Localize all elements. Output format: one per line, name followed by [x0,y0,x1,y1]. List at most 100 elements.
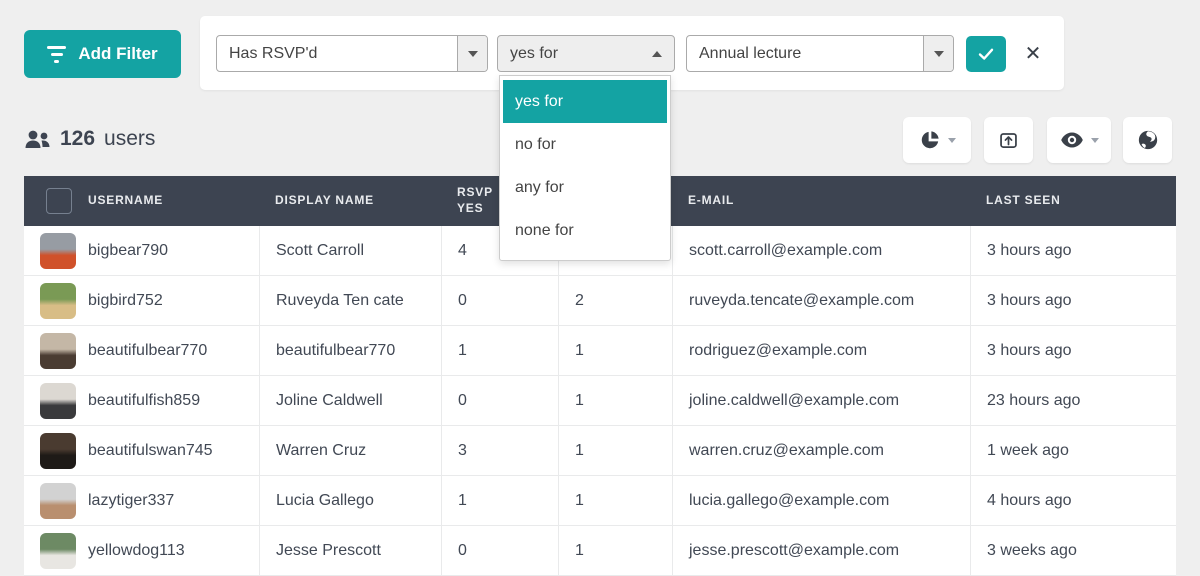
email-cell: ruveyda.tencate@example.com [672,276,970,325]
username-cell: beautifulfish859 [88,392,200,410]
field-select-arrow [457,36,487,71]
rsvp-yes-cell: 3 [441,426,558,475]
rsvp-yes-cell: 0 [441,276,558,325]
chevron-down-icon [468,51,478,57]
visibility-menu-button[interactable] [1047,117,1111,163]
dropdown-option-none-for[interactable]: none for [503,209,667,252]
username-cell: lazytiger337 [88,492,174,510]
table-header-last-seen: LAST SEEN [970,193,1176,209]
last-seen-cell: 1 week ago [970,426,1176,475]
avatar [40,533,76,569]
display-name-cell: Joline Caldwell [259,376,441,425]
username-cell: beautifulswan745 [88,442,213,460]
avatar [40,233,76,269]
column-label: DISPLAY NAME [275,193,374,209]
last-seen-cell: 4 hours ago [970,476,1176,525]
dropdown-option-any-for[interactable]: any for [503,166,667,209]
rsvp-other-cell: 1 [558,376,672,425]
display-name-cell: Scott Carroll [259,226,441,275]
display-name-cell: Ruveyda Ten cate [259,276,441,325]
chevron-down-icon [1091,138,1099,143]
filter-field-value: Has RSVP'd [217,45,457,63]
remove-filter-button[interactable]: ✕ [1012,36,1054,72]
last-seen-cell: 23 hours ago [970,376,1176,425]
display-name-cell: Lucia Gallego [259,476,441,525]
table-row[interactable]: bigbird752 Ruveyda Ten cate 0 2 ruveyda.… [24,276,1176,326]
user-count: 126 [60,127,95,151]
user-count-summary: 126 users [24,124,155,154]
rsvp-other-cell: 2 [558,276,672,325]
rsvp-other-cell: 1 [558,476,672,525]
operator-dropdown-menu: yes forno forany fornone for [499,75,671,261]
add-filter-label: Add Filter [78,44,157,64]
apply-filter-button[interactable] [966,36,1006,72]
filter-operator-value: yes for [498,45,640,63]
rsvp-yes-cell: 1 [441,476,558,525]
email-cell: scott.carroll@example.com [672,226,970,275]
chart-menu-button[interactable] [903,117,971,163]
value-select-arrow [923,36,953,71]
pie-chart-icon [919,129,941,151]
table-header-email: E-MAIL [672,193,970,209]
table-row[interactable]: lazytiger337 Lucia Gallego 1 1 lucia.gal… [24,476,1176,526]
display-name-cell: Warren Cruz [259,426,441,475]
table-header-display-name: DISPLAY NAME [259,193,441,209]
chevron-down-icon [948,138,956,143]
export-icon [998,130,1019,151]
check-icon [976,44,996,64]
chevron-down-icon [934,51,944,57]
table-row[interactable]: beautifulbear770 beautifulbear770 1 1 ro… [24,326,1176,376]
filter-value-select[interactable]: Annual lecture [686,35,954,72]
email-cell: joline.caldwell@example.com [672,376,970,425]
users-icon [24,129,51,149]
username-cell: beautifulbear770 [88,342,207,360]
rsvp-yes-cell: 0 [441,376,558,425]
display-name-cell: beautifulbear770 [259,326,441,375]
filter-field-select[interactable]: Has RSVP'd [216,35,488,72]
select-all-checkbox[interactable] [46,188,72,214]
rsvp-yes-cell: 1 [441,326,558,375]
email-cell: jesse.prescott@example.com [672,526,970,575]
email-cell: rodriguez@example.com [672,326,970,375]
table-header-username: USERNAME [24,188,259,214]
avatar [40,333,76,369]
table-body: bigbear790 Scott Carroll 4 2 scott.carro… [24,226,1176,576]
username-cell: yellowdog113 [88,542,185,560]
dropdown-option-no-for[interactable]: no for [503,123,667,166]
table-row[interactable]: beautifulfish859 Joline Caldwell 0 1 jol… [24,376,1176,426]
globe-icon [1137,129,1159,151]
filter-operator-select[interactable]: yes for [497,35,675,72]
rsvp-other-cell: 1 [558,526,672,575]
rsvp-yes-cell: 0 [441,526,558,575]
table-row[interactable]: beautifulswan745 Warren Cruz 3 1 warren.… [24,426,1176,476]
avatar [40,433,76,469]
dropdown-option-yes-for[interactable]: yes for [503,80,667,123]
display-name-cell: Jesse Prescott [259,526,441,575]
last-seen-cell: 3 weeks ago [970,526,1176,575]
username-cell: bigbear790 [88,242,168,260]
last-seen-cell: 3 hours ago [970,276,1176,325]
last-seen-cell: 3 hours ago [970,326,1176,375]
column-label: LAST SEEN [986,193,1061,209]
add-filter-button[interactable]: Add Filter [24,30,181,78]
username-cell: bigbird752 [88,292,163,310]
rsvp-other-cell: 1 [558,426,672,475]
export-button[interactable] [984,117,1033,163]
filter-value-value: Annual lecture [687,45,923,63]
close-icon: ✕ [1025,43,1042,65]
chevron-up-icon [652,51,662,57]
last-seen-cell: 3 hours ago [970,226,1176,275]
globe-button[interactable] [1123,117,1172,163]
email-cell: warren.cruz@example.com [672,426,970,475]
column-label: USERNAME [88,193,163,209]
avatar [40,283,76,319]
rsvp-other-cell: 1 [558,326,672,375]
table-row[interactable]: yellowdog113 Jesse Prescott 0 1 jesse.pr… [24,526,1176,576]
email-cell: lucia.gallego@example.com [672,476,970,525]
avatar [40,383,76,419]
column-label: E-MAIL [688,193,734,209]
avatar [40,483,76,519]
user-count-label: users [104,127,155,151]
operator-select-arrow [640,51,674,57]
filter-icon [47,46,66,63]
